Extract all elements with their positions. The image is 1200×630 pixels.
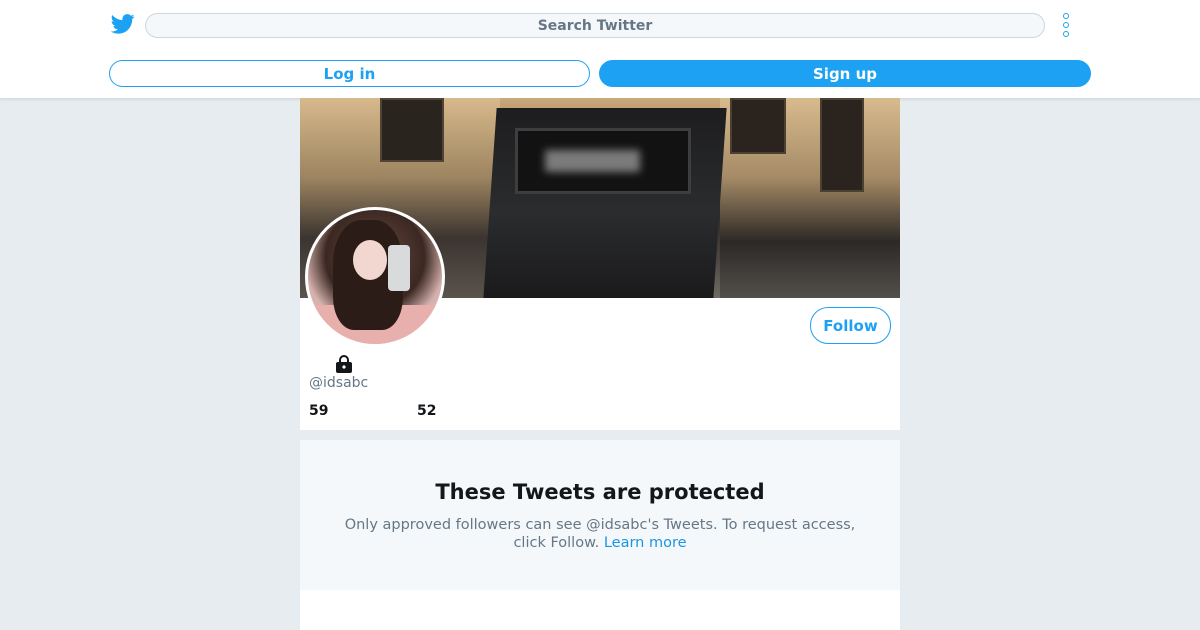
learn-more-link[interactable]: Learn more [604, 535, 687, 551]
signup-button[interactable]: Sign up [599, 60, 1091, 87]
search-input[interactable]: Search Twitter [145, 13, 1045, 38]
more-vertical-icon[interactable] [1063, 13, 1073, 37]
protected-message: Only approved followers can see @idsabc'… [344, 517, 856, 551]
profile-handle: @idsabc [309, 375, 369, 391]
twitter-bird-icon[interactable] [111, 13, 135, 35]
protected-title: These Tweets are protected [435, 480, 765, 504]
count-value-b[interactable]: 52 [417, 403, 436, 419]
top-header: Search Twitter Log in Sign up [0, 0, 1200, 99]
protected-notice [300, 440, 900, 590]
login-button[interactable]: Log in [109, 60, 590, 87]
count-value-a[interactable]: 59 [309, 403, 328, 419]
lock-icon [336, 355, 352, 373]
protected-message-block: Only approved followers can see @idsabc'… [330, 516, 870, 552]
empty-content-area [300, 590, 900, 630]
follow-button[interactable]: Follow [810, 307, 891, 344]
avatar[interactable] [305, 207, 445, 347]
